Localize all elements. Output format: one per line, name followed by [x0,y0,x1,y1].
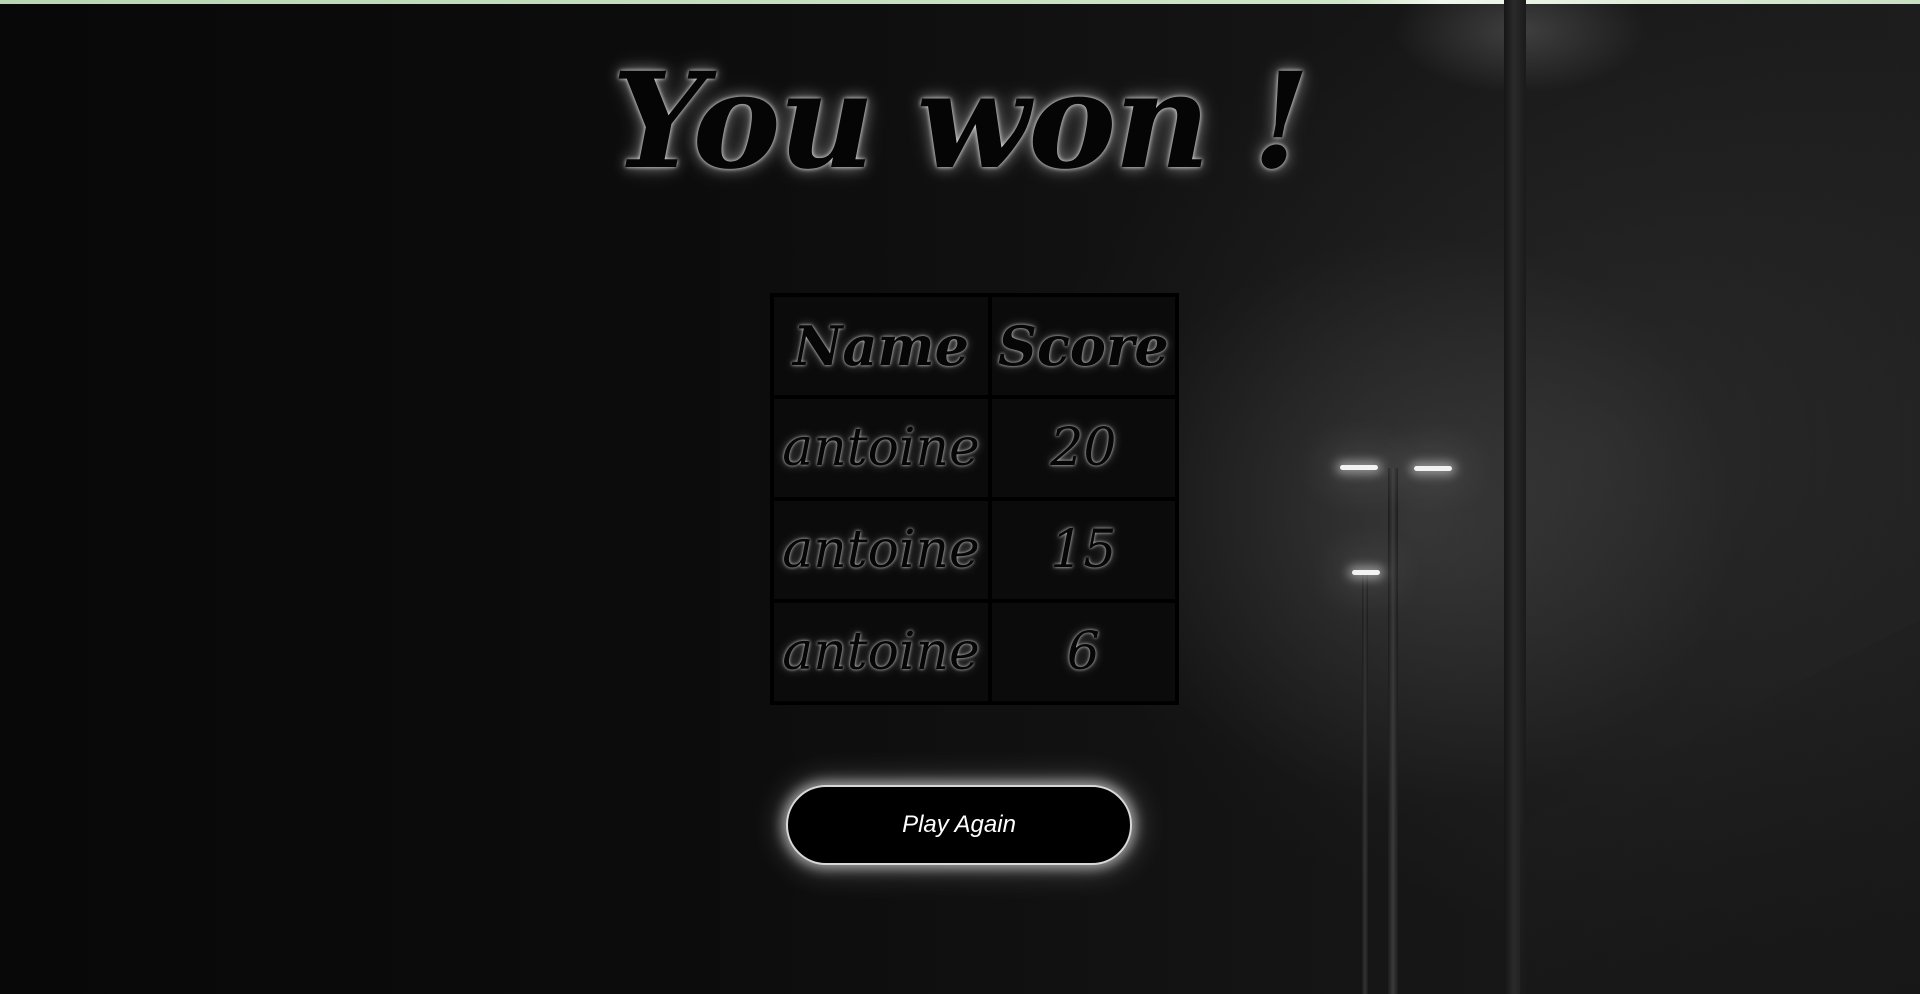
player-score-cell: 6 [992,603,1175,701]
background-street-light [1340,465,1378,470]
player-score-cell: 15 [992,501,1175,599]
background-lamp-post [1362,572,1368,994]
game-over-screen: You won ! Name Score antoine 20 antoine … [0,0,1920,994]
table-row: antoine 6 [774,603,1175,701]
top-accent-strip [0,0,1920,4]
column-header-score: Score [992,297,1175,395]
background-wall [1520,620,1920,994]
column-header-name: Name [774,297,988,395]
table-header-row: Name Score [774,297,1175,395]
background-lamp-post [1388,468,1398,994]
win-title: You won ! [611,44,1310,199]
play-again-button[interactable]: Play Again [786,785,1132,865]
player-name-cell: antoine [774,501,988,599]
background-street-light [1414,466,1452,471]
background-street-light [1352,570,1380,575]
player-name-cell: antoine [774,603,988,701]
table-row: antoine 15 [774,501,1175,599]
table-row: antoine 20 [774,399,1175,497]
leaderboard-table: Name Score antoine 20 antoine 15 antoine… [770,293,1179,705]
player-name-cell: antoine [774,399,988,497]
player-score-cell: 20 [992,399,1175,497]
